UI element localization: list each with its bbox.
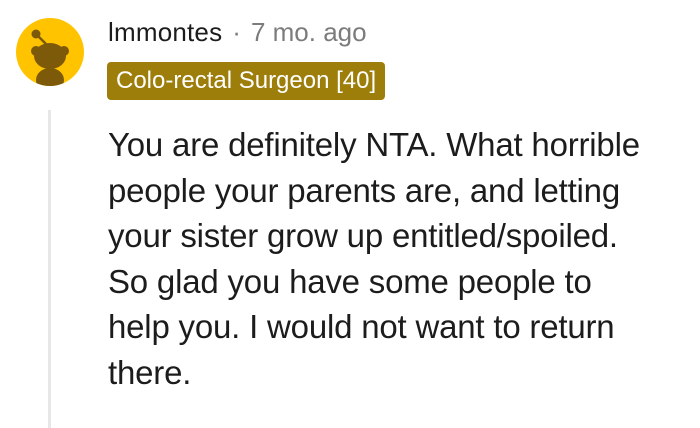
thread-line[interactable]: [48, 110, 51, 428]
comment-meta: lmmontes · 7 mo. ago: [108, 12, 367, 52]
username-link[interactable]: lmmontes: [108, 17, 222, 48]
comment-body-line: people your parents are, and letting: [108, 171, 620, 209]
comment-body-line: there.: [108, 353, 192, 391]
comment-body-line: help you. I would not want to return: [108, 308, 615, 345]
timestamp-link[interactable]: 7 mo. ago: [251, 17, 367, 48]
user-flair-badge: Colo-rectal Surgeon [40]: [107, 62, 386, 100]
meta-separator: ·: [232, 16, 241, 47]
user-avatar-icon[interactable]: [16, 18, 84, 86]
comment-body-line: So glad you have some people to: [108, 262, 592, 300]
comment-body: You are definitely NTA. What horrible pe…: [108, 122, 698, 395]
comment-body-line: your sister grow up entitled/spoiled.: [108, 217, 618, 254]
comment-body-line: You are definitely NTA. What horrible: [108, 126, 640, 163]
